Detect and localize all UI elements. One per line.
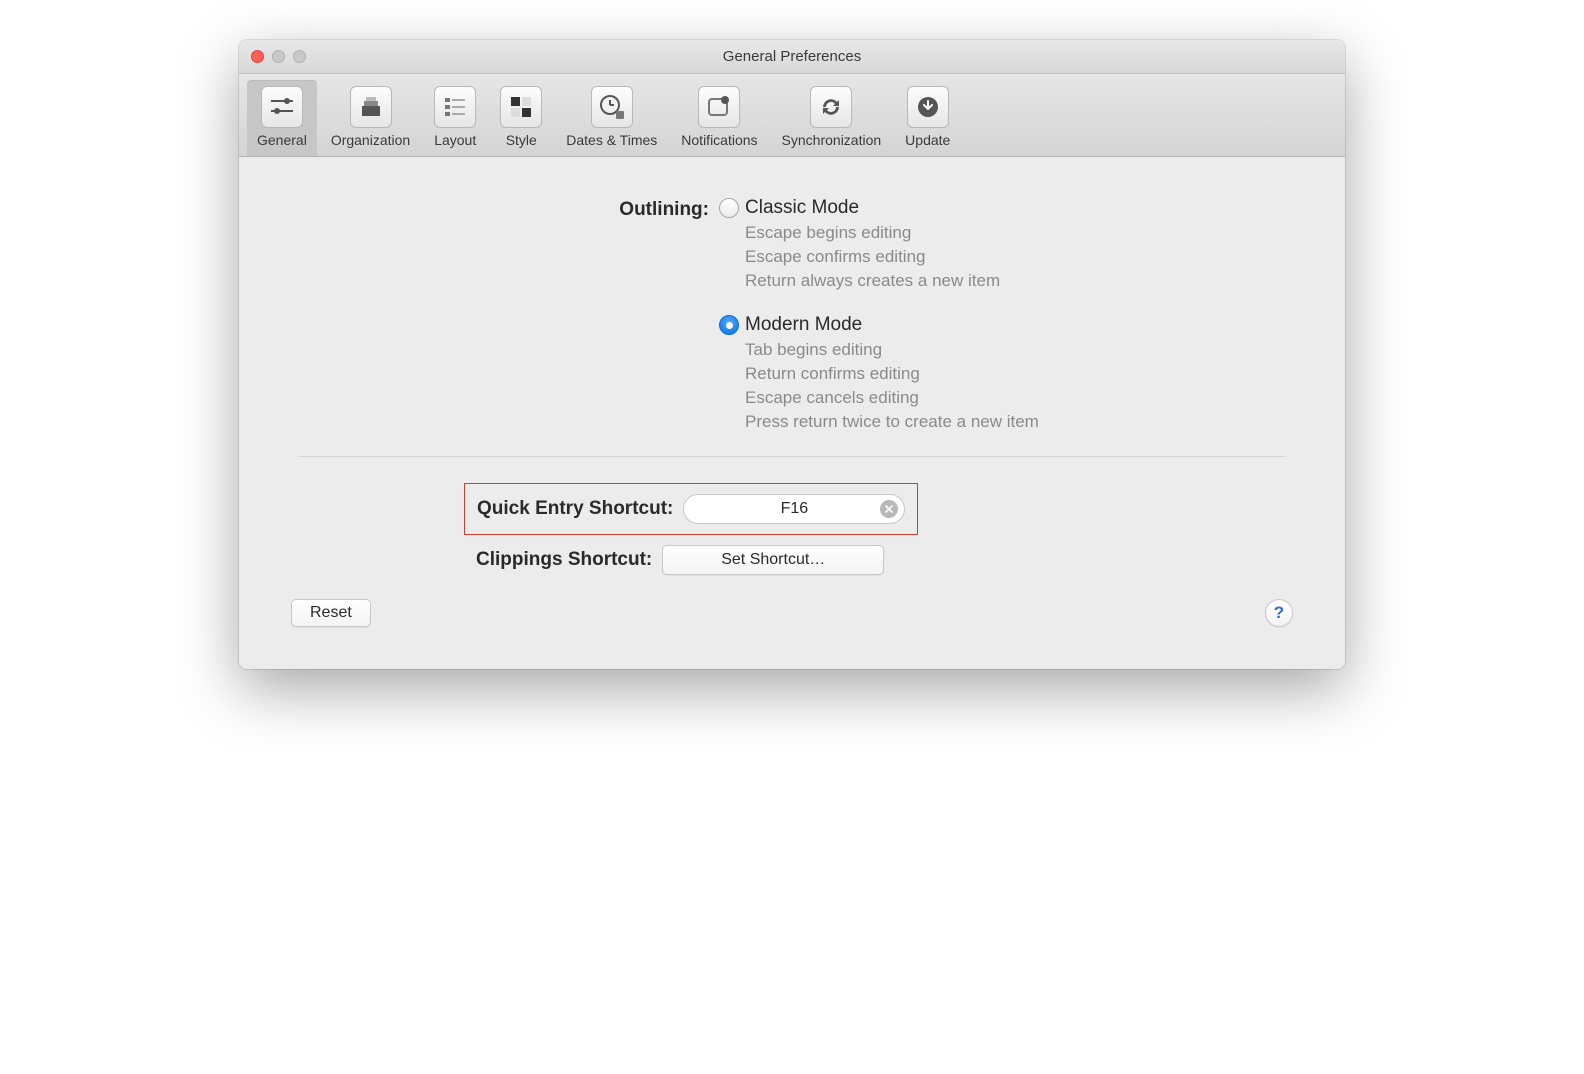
content-area: Outlining: Classic Mode Escape begins ed… bbox=[239, 157, 1345, 669]
minimize-button[interactable] bbox=[272, 50, 285, 63]
classic-desc-1: Escape begins editing bbox=[745, 221, 1315, 245]
outlining-label: Outlining: bbox=[269, 197, 719, 221]
tab-synchronization[interactable]: Synchronization bbox=[772, 80, 892, 156]
tab-update[interactable]: Update bbox=[895, 80, 960, 156]
tab-label: Layout bbox=[434, 132, 476, 148]
button-label: Reset bbox=[310, 604, 352, 621]
preferences-window: General Preferences General bbox=[239, 40, 1345, 669]
clippings-row: Clippings Shortcut: Set Shortcut… bbox=[476, 545, 1315, 575]
tab-notifications[interactable]: Notifications bbox=[671, 80, 767, 156]
modern-desc-1: Tab begins editing bbox=[745, 338, 1315, 362]
tab-label: Synchronization bbox=[782, 132, 882, 148]
sync-icon bbox=[810, 86, 852, 128]
help-icon: ? bbox=[1274, 603, 1284, 623]
tab-label: Style bbox=[506, 132, 537, 148]
set-clippings-shortcut-button[interactable]: Set Shortcut… bbox=[662, 545, 884, 575]
modern-desc-4: Press return twice to create a new item bbox=[745, 410, 1315, 434]
modern-desc-2: Return confirms editing bbox=[745, 362, 1315, 386]
window-controls bbox=[239, 50, 306, 63]
clippings-label: Clippings Shortcut: bbox=[476, 549, 652, 571]
footer: Reset ? bbox=[269, 575, 1315, 649]
general-icon bbox=[261, 86, 303, 128]
organization-icon bbox=[350, 86, 392, 128]
clock-icon bbox=[591, 86, 633, 128]
tab-label: General bbox=[257, 132, 307, 148]
window-title: General Preferences bbox=[239, 48, 1345, 65]
help-button[interactable]: ? bbox=[1265, 599, 1293, 627]
shortcut-value: F16 bbox=[781, 500, 809, 518]
clear-shortcut-button[interactable] bbox=[880, 500, 898, 518]
radio-checked-icon bbox=[719, 315, 739, 335]
titlebar: General Preferences bbox=[239, 40, 1345, 74]
tab-label: Notifications bbox=[681, 132, 757, 148]
radio-label: Classic Mode bbox=[745, 197, 859, 219]
tab-label: Organization bbox=[331, 132, 410, 148]
classic-desc-2: Escape confirms editing bbox=[745, 245, 1315, 269]
zoom-button[interactable] bbox=[293, 50, 306, 63]
tab-label: Update bbox=[905, 132, 950, 148]
notifications-icon bbox=[698, 86, 740, 128]
tab-layout[interactable]: Layout bbox=[424, 80, 486, 156]
preferences-toolbar: General Organization bbox=[239, 74, 1345, 157]
classic-desc-3: Return always creates a new item bbox=[745, 269, 1315, 293]
style-icon bbox=[500, 86, 542, 128]
quick-entry-shortcut-field[interactable]: F16 bbox=[683, 494, 905, 524]
button-label: Set Shortcut… bbox=[721, 551, 825, 569]
radio-modern-mode[interactable]: Modern Mode bbox=[719, 314, 1315, 336]
layout-icon bbox=[434, 86, 476, 128]
outlining-section: Outlining: Classic Mode Escape begins ed… bbox=[269, 197, 1315, 434]
close-button[interactable] bbox=[251, 50, 264, 63]
radio-classic-mode[interactable]: Classic Mode bbox=[719, 197, 1315, 219]
tab-style[interactable]: Style bbox=[490, 80, 552, 156]
tab-general[interactable]: General bbox=[247, 80, 317, 156]
update-icon bbox=[907, 86, 949, 128]
radio-label: Modern Mode bbox=[745, 314, 862, 336]
tab-dates-times[interactable]: Dates & Times bbox=[556, 80, 667, 156]
modern-desc-3: Escape cancels editing bbox=[745, 386, 1315, 410]
quick-entry-highlight: Quick Entry Shortcut: F16 bbox=[464, 483, 918, 535]
quick-entry-label: Quick Entry Shortcut: bbox=[477, 498, 673, 520]
divider bbox=[299, 456, 1285, 457]
radio-unchecked-icon bbox=[719, 198, 739, 218]
tab-organization[interactable]: Organization bbox=[321, 80, 420, 156]
tab-label: Dates & Times bbox=[566, 132, 657, 148]
reset-button[interactable]: Reset bbox=[291, 599, 371, 627]
